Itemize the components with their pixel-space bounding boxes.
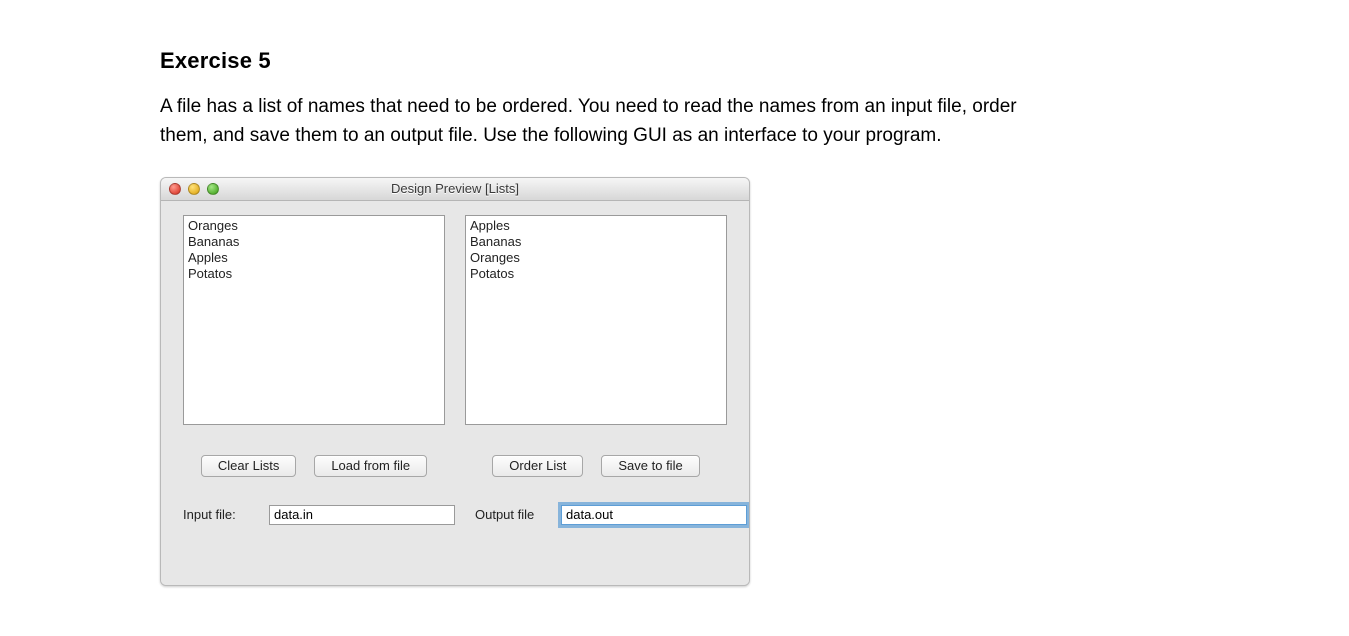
list-item[interactable]: Potatos [188,266,440,282]
window-minimize-icon[interactable] [188,183,200,195]
window-zoom-icon[interactable] [207,183,219,195]
window-titlebar: Design Preview [Lists] [161,178,749,201]
list-item[interactable]: Potatos [470,266,722,282]
list-item[interactable]: Oranges [470,250,722,266]
input-file-label: Input file: [183,507,255,522]
list-item[interactable]: Apples [188,250,440,266]
output-list[interactable]: ApplesBananasOrangesPotatos [465,215,727,425]
order-list-button[interactable]: Order List [492,455,583,477]
save-to-file-button[interactable]: Save to file [601,455,699,477]
exercise-description: A file has a list of names that need to … [160,92,1030,151]
input-list[interactable]: OrangesBananasApplesPotatos [183,215,445,425]
window-title: Design Preview [Lists] [169,181,741,196]
output-file-field[interactable] [561,505,747,525]
exercise-title: Exercise 5 [160,48,1189,74]
clear-lists-button[interactable]: Clear Lists [201,455,296,477]
list-item[interactable]: Bananas [470,234,722,250]
window-close-icon[interactable] [169,183,181,195]
output-file-label: Output file [475,507,547,522]
list-item[interactable]: Oranges [188,218,440,234]
list-item[interactable]: Apples [470,218,722,234]
input-file-field[interactable] [269,505,455,525]
list-item[interactable]: Bananas [188,234,440,250]
window-traffic-lights [169,183,219,195]
load-from-file-button[interactable]: Load from file [314,455,427,477]
app-window: Design Preview [Lists] OrangesBananasApp… [160,177,750,586]
window-body: OrangesBananasApplesPotatos ApplesBanana… [161,201,749,585]
